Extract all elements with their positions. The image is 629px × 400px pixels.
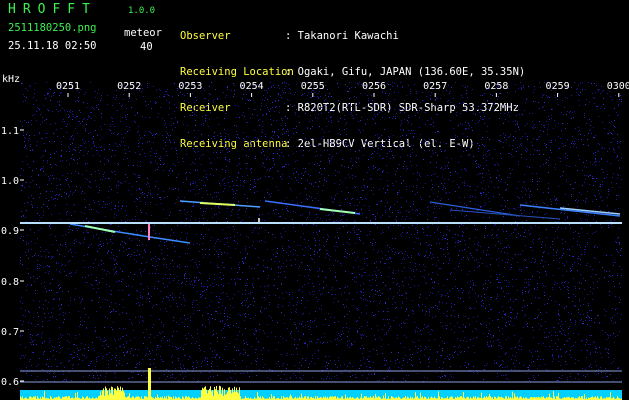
activity-spike xyxy=(148,368,151,400)
y-tick-label: 1.0 xyxy=(1,176,19,187)
meteor-trace xyxy=(84,225,116,233)
y-tick-label: 0.7 xyxy=(1,327,19,338)
y-tick-label: 0.6 xyxy=(1,377,19,388)
x-tick-label: 0257 xyxy=(423,81,447,92)
meteor-trace xyxy=(319,208,356,214)
meteor-trace xyxy=(519,204,621,217)
y-tick-label: 1.1 xyxy=(1,126,19,137)
x-tick-label: 0251 xyxy=(56,81,80,92)
x-tick-label: 0256 xyxy=(362,81,386,92)
x-tick-label: 0300 xyxy=(607,81,629,92)
x-tick-label: 0254 xyxy=(240,81,264,92)
x-tick-label: 0259 xyxy=(546,81,570,92)
meteor-trace xyxy=(199,202,236,206)
x-axis-ticks: 0251 0252 0253 0254 0255 0256 0257 0258 0259 0300 xyxy=(56,81,629,97)
meteor-trace xyxy=(449,209,561,220)
x-tick-label: 0258 xyxy=(484,81,508,92)
y-tick-label: 0.8 xyxy=(1,277,19,288)
activity-strip xyxy=(20,368,622,400)
y-tick-label: 0.9 xyxy=(1,226,19,237)
spectrogram: 1.11.00.90.80.70.6 0251 0252 0253 0254 0255 0… xyxy=(1,81,629,400)
x-tick-label: 0255 xyxy=(301,81,325,92)
x-tick-label: 0252 xyxy=(117,81,141,92)
x-tick-label: 0253 xyxy=(178,81,202,92)
